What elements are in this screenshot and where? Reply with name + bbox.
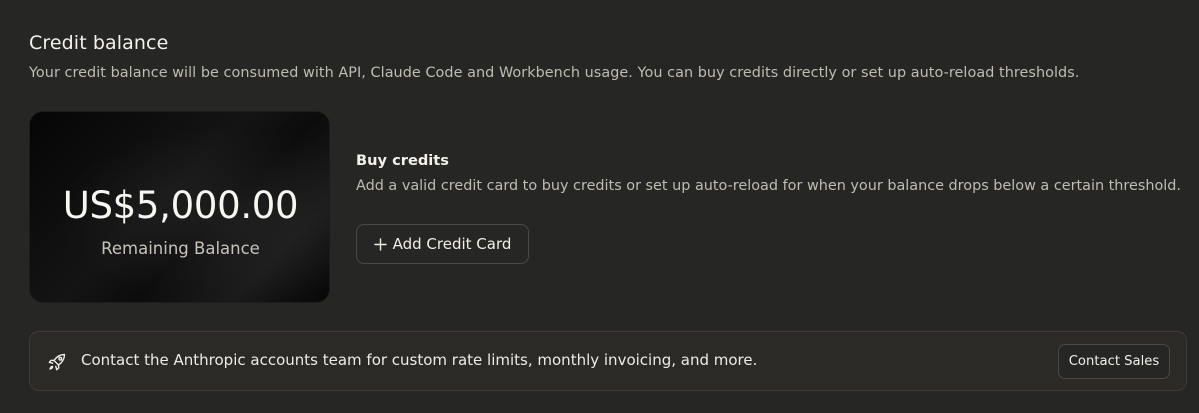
contact-sales-label: Contact Sales [1068,354,1160,369]
rocket-icon [46,351,68,373]
section-title: Credit balance [29,32,169,54]
contact-sales-button[interactable]: Contact Sales [1058,344,1170,379]
add-credit-card-button[interactable]: Add Credit Card [356,224,529,264]
add-credit-card-label: Add Credit Card [392,235,512,253]
balance-amount: US$5,000.00 [62,184,299,227]
plus-icon [373,237,387,251]
contact-sales-banner: Contact the Anthropic accounts team for … [29,331,1187,391]
buy-credits-title: Buy credits [356,152,449,169]
credit-balance-page: Credit balance Your credit balance will … [0,0,1199,413]
section-subtitle: Your credit balance will be consumed wit… [29,65,1080,81]
contact-sales-text: Contact the Anthropic accounts team for … [81,351,758,369]
buy-credits-description: Add a valid credit card to buy credits o… [356,178,1182,194]
balance-label: Remaining Balance [101,239,260,258]
balance-card: US$5,000.00 Remaining Balance [29,111,330,303]
